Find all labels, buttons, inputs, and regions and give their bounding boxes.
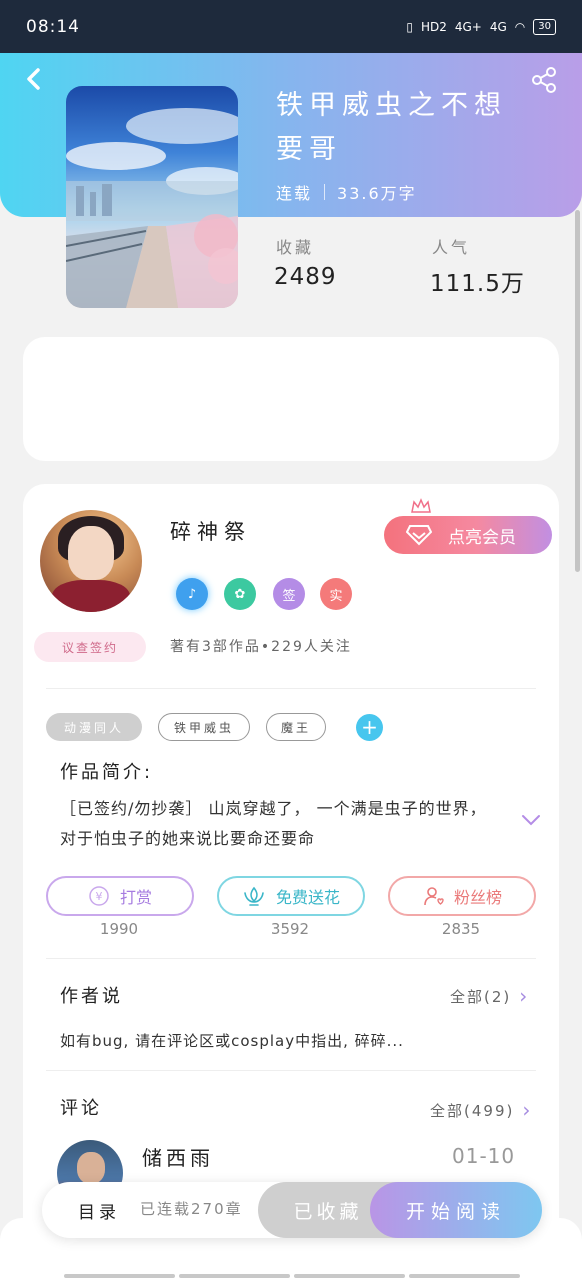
author-says-more-label: 全部(2) bbox=[450, 987, 512, 1006]
author-says-text: 如有bug, 请在评论区或cosplay中指出, 碎碎... bbox=[60, 1032, 404, 1050]
toc-button[interactable]: 目录 bbox=[78, 1198, 120, 1223]
share-button[interactable] bbox=[530, 66, 558, 94]
author-name[interactable]: 碎神祭 bbox=[170, 516, 251, 546]
author-avatar[interactable] bbox=[40, 510, 142, 612]
comment-date: 01-10 bbox=[452, 1144, 516, 1168]
chevron-left-icon bbox=[27, 68, 40, 90]
fans-count: 2835 bbox=[441, 920, 481, 938]
scrollbar[interactable] bbox=[575, 210, 580, 572]
verified-badge[interactable]: 实 bbox=[320, 578, 352, 610]
back-button[interactable] bbox=[22, 66, 48, 92]
divider bbox=[46, 1070, 536, 1071]
tab-indicators bbox=[64, 1274, 520, 1278]
diamond-icon bbox=[406, 525, 432, 546]
commenter-name: 储西雨 bbox=[142, 1146, 214, 1170]
hd-icon: HD2 bbox=[420, 19, 447, 34]
fans-icon bbox=[424, 887, 444, 906]
share-icon bbox=[532, 67, 556, 93]
fans-ranking-label: 粉丝榜 bbox=[453, 888, 502, 907]
crown-icon bbox=[411, 498, 431, 513]
add-tag-button[interactable]: + bbox=[356, 714, 383, 741]
flower-count: 3592 bbox=[270, 920, 310, 938]
vip-button[interactable]: 点亮会员 bbox=[384, 516, 552, 554]
signed-badge[interactable]: 签 bbox=[273, 578, 305, 610]
signed-tag: 议查签约 bbox=[34, 632, 146, 662]
start-reading-button[interactable]: 开始阅读 bbox=[370, 1182, 542, 1238]
chapter-count: 已连载270章 bbox=[140, 1200, 243, 1218]
tag-anime[interactable]: 动漫同人 bbox=[46, 713, 142, 741]
status-icons: ▯ HD2 4G+ 4G ◠ 30 bbox=[406, 18, 556, 35]
chevron-down-icon[interactable] bbox=[520, 812, 542, 828]
divider bbox=[46, 958, 536, 959]
music-badge-icon[interactable]: ♪ bbox=[176, 578, 208, 610]
yen-icon: ¥ bbox=[89, 886, 109, 906]
author-says-title: 作者说 bbox=[60, 986, 123, 1007]
comments-title: 评论 bbox=[60, 1098, 102, 1119]
tip-label: 打赏 bbox=[119, 888, 152, 907]
book-title: 铁甲威虫之不想要哥 bbox=[276, 90, 507, 165]
signal-icon: 4G+ bbox=[454, 19, 482, 34]
cover-illustration bbox=[66, 108, 238, 308]
book-cover[interactable] bbox=[66, 86, 238, 308]
popularity-label: 人气 bbox=[432, 238, 471, 257]
tag-demon-king[interactable]: 魔王 bbox=[266, 713, 326, 741]
battery-icon: 30 bbox=[533, 18, 556, 35]
intro-text: ［已签约/勿抄袭］ 山岚穿越了， 一个满是虫子的世界， 对于怕虫子的她来说比要命… bbox=[60, 799, 487, 848]
vip-button-label: 点亮会员 bbox=[448, 527, 516, 548]
chevron-right-icon: › bbox=[519, 984, 530, 1008]
handshake-badge-icon[interactable]: ✿ bbox=[224, 578, 256, 610]
send-flower-button[interactable]: 免费送花 bbox=[217, 876, 365, 916]
tip-count: 1990 bbox=[99, 920, 139, 938]
signal-icon-2: 4G bbox=[489, 19, 507, 34]
serial-status: 连载 bbox=[276, 184, 313, 203]
flower-icon bbox=[244, 886, 264, 906]
book-meta: 连载 33.6万字 bbox=[276, 180, 417, 204]
tip-button[interactable]: ¥ 打赏 bbox=[46, 876, 194, 916]
tag-work[interactable]: 铁甲威虫 bbox=[158, 713, 250, 741]
wifi-icon: ◠ bbox=[514, 19, 526, 34]
popularity-value: 111.5万 bbox=[430, 271, 525, 297]
collect-value: 2489 bbox=[274, 264, 337, 290]
vibrate-icon: ▯ bbox=[406, 19, 413, 34]
author-says-more[interactable]: 全部(2) › bbox=[450, 984, 529, 1008]
meta-divider bbox=[324, 184, 326, 200]
comments-more[interactable]: 全部(499) › bbox=[430, 1098, 532, 1122]
banner-placeholder bbox=[23, 337, 559, 461]
intro-title: 作品简介: bbox=[60, 762, 154, 783]
status-bar: 08:14 ▯ HD2 4G+ 4G ◠ 30 bbox=[0, 0, 582, 53]
svg-text:¥: ¥ bbox=[95, 890, 102, 903]
divider bbox=[46, 688, 536, 689]
comments-more-label: 全部(499) bbox=[430, 1101, 515, 1120]
author-stats: 著有3部作品•229人关注 bbox=[170, 639, 352, 655]
fans-ranking-button[interactable]: 粉丝榜 bbox=[388, 876, 536, 916]
collect-label: 收藏 bbox=[276, 238, 315, 257]
status-time: 08:14 bbox=[26, 16, 80, 37]
chevron-right-icon: › bbox=[522, 1098, 533, 1122]
send-flower-label: 免费送花 bbox=[275, 888, 340, 907]
word-count: 33.6万字 bbox=[337, 184, 417, 203]
